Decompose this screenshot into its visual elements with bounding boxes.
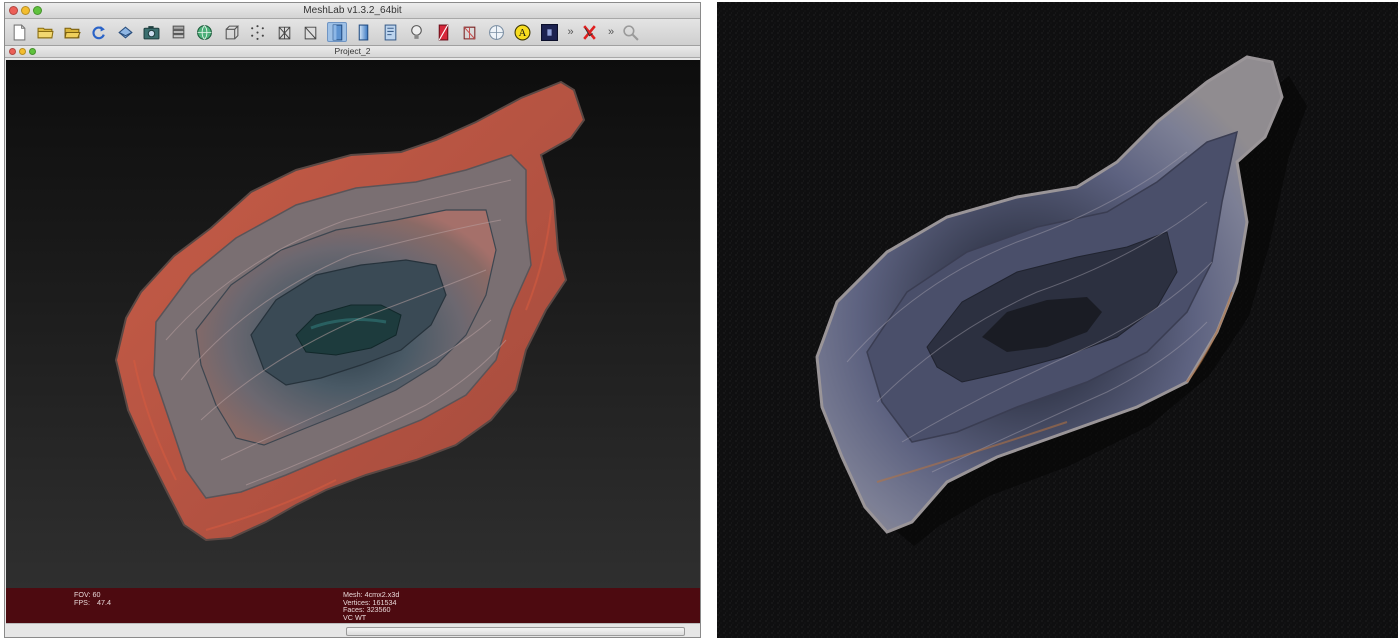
- bounding-box-icon[interactable]: [221, 22, 241, 42]
- open-folder-icon[interactable]: [36, 22, 56, 42]
- annotation-icon[interactable]: A: [513, 22, 533, 42]
- 3d-viewport[interactable]: [6, 60, 700, 588]
- svg-text:A: A: [519, 28, 527, 39]
- render-info-bar: FOV: 60 FPS: 47.4 Mesh: 4cmx2.x3d Vertic…: [6, 588, 700, 623]
- status-bar: [6, 623, 700, 637]
- sphere-icon[interactable]: [486, 22, 506, 42]
- globe-icon[interactable]: [195, 22, 215, 42]
- edit-icon[interactable]: [460, 22, 480, 42]
- snapshot-icon[interactable]: [142, 22, 162, 42]
- view-info: FOV: 60 FPS: 47.4: [74, 591, 111, 606]
- progress-bar: [346, 627, 685, 636]
- printed-model-image: [717, 2, 1398, 638]
- new-file-icon[interactable]: [9, 22, 29, 42]
- window-title: MeshLab v1.3.2_64bit: [303, 5, 402, 16]
- document-titlebar: Project_2: [5, 46, 700, 58]
- color-icon[interactable]: [433, 22, 453, 42]
- search-icon[interactable]: [620, 22, 640, 42]
- fps-label: FPS:: [74, 597, 90, 607]
- layers-icon[interactable]: [168, 22, 188, 42]
- light-icon[interactable]: [407, 22, 427, 42]
- flat-shading-icon[interactable]: [327, 22, 347, 42]
- meshlab-window: MeshLab v1.3.2_64bit A » » Project_2 FOV…: [4, 2, 701, 638]
- select-icon[interactable]: [580, 22, 600, 42]
- open-folder-alt-icon[interactable]: [62, 22, 82, 42]
- wireframe-icon[interactable]: [274, 22, 294, 42]
- document-title: Project_2: [334, 46, 371, 56]
- window-titlebar: MeshLab v1.3.2_64bit: [5, 3, 700, 19]
- smooth-shading-icon[interactable]: [354, 22, 374, 42]
- more-icon[interactable]: »: [566, 22, 576, 42]
- mesh-info: Mesh: 4cmx2.x3d Vertices: 161534 Faces: …: [343, 591, 399, 621]
- texture-icon[interactable]: [380, 22, 400, 42]
- vc-mode: VC WT: [343, 612, 367, 622]
- printed-model-photo: [717, 2, 1398, 638]
- fps-value: 47.4: [96, 597, 111, 607]
- more-icon-2[interactable]: »: [606, 22, 616, 42]
- reload-icon[interactable]: [89, 22, 109, 42]
- plugin-icon[interactable]: [539, 22, 559, 42]
- points-icon[interactable]: [248, 22, 268, 42]
- main-toolbar: A » »: [5, 19, 700, 46]
- hidden-lines-icon[interactable]: [301, 22, 321, 42]
- import-mesh-icon[interactable]: [115, 22, 135, 42]
- mesh-render[interactable]: [6, 60, 700, 588]
